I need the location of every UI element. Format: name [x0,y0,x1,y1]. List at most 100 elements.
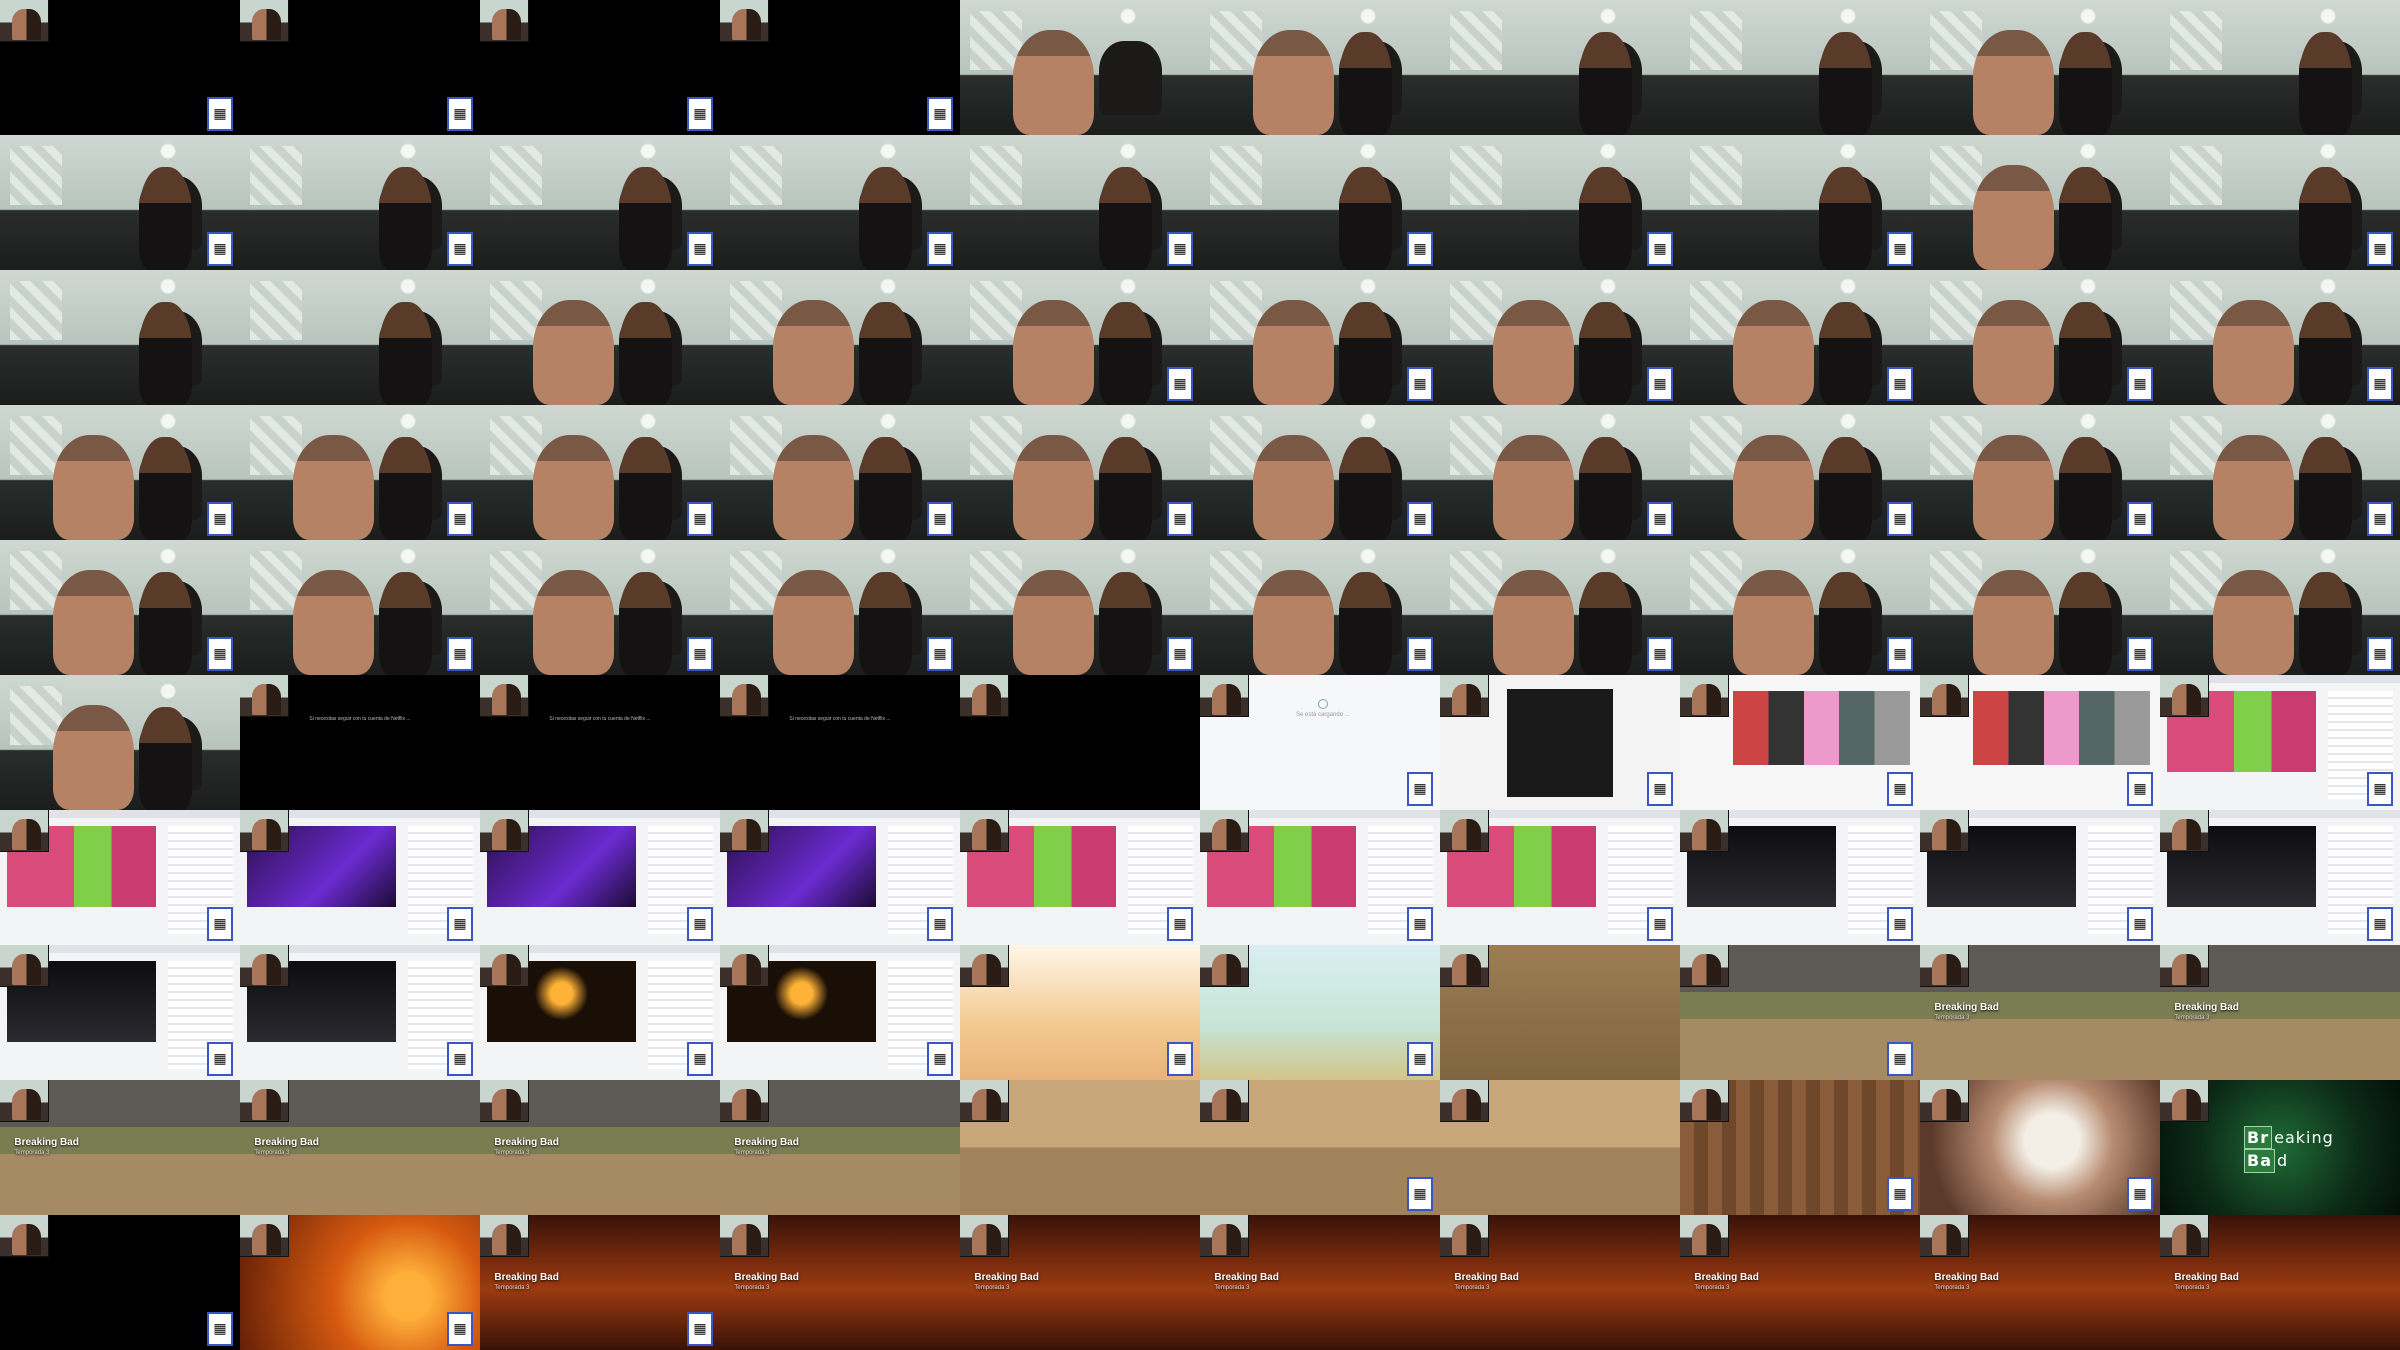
thumbnail-tile[interactable]: ▦ [1680,675,1920,810]
thumbnail-tile[interactable] [0,270,240,405]
thumbnail-tile[interactable]: Breaking Bad Temporada 3 [0,1080,240,1215]
thumbnail-tile[interactable]: Breaking Bad Temporada 3 ▦ [480,1215,720,1350]
thumbnail-tile[interactable]: ▦ [1440,135,1680,270]
thumbnail-tile[interactable]: ▦ [720,135,960,270]
thumbnail-tile[interactable]: ▦ [960,270,1200,405]
thumbnail-tile[interactable]: ▦ [480,945,720,1080]
thumbnail-tile[interactable] [1920,135,2160,270]
thumbnail-tile[interactable]: ▦ [2160,135,2400,270]
thumbnail-tile[interactable]: ▦ [1680,810,1920,945]
thumbnail-tile[interactable]: Breaking Bad Temporada 3 [1920,945,2160,1080]
thumbnail-tile[interactable]: ▦ [1680,405,1920,540]
thumbnail-tile[interactable]: ▦ [1200,405,1440,540]
thumbnail-tile[interactable]: ▦ [1680,1080,1920,1215]
thumbnail-tile[interactable]: ▦ [1200,945,1440,1080]
thumbnail-tile[interactable]: ▦ [1920,270,2160,405]
thumbnail-tile[interactable]: ▦ [240,945,480,1080]
thumbnail-tile[interactable]: Breaking Bad Temporada 3 [1680,1215,1920,1350]
thumbnail-tile[interactable]: ▦ [240,810,480,945]
thumbnail-tile[interactable]: ▦ [960,945,1200,1080]
thumbnail-tile[interactable] [1440,0,1680,135]
thumbnail-tile[interactable]: ▦ [0,540,240,675]
thumbnail-tile[interactable]: ▦ [1680,135,1920,270]
thumbnail-tile[interactable]: ▦ [1680,945,1920,1080]
thumbnail-tile[interactable]: ▦ [240,540,480,675]
thumbnail-tile[interactable]: Br eaking Ba d [2160,1080,2400,1215]
thumbnail-tile[interactable]: ▦ [1920,1080,2160,1215]
thumbnail-tile[interactable] [1200,0,1440,135]
thumbnail-tile[interactable]: Si necesitas seguir con tu cuenta de Net… [240,675,480,810]
thumbnail-tile[interactable]: ▦ [1680,270,1920,405]
thumbnail-tile[interactable]: Breaking Bad Temporada 3 [480,1080,720,1215]
thumbnail-tile[interactable]: ▦ [1440,540,1680,675]
thumbnail-tile[interactable]: ▦ [1920,810,2160,945]
thumbnail-tile[interactable]: Se está cargando ... ▦ [1200,675,1440,810]
thumbnail-tile[interactable] [1440,1080,1680,1215]
thumbnail-tile[interactable]: ▦ [480,405,720,540]
thumbnail-tile[interactable] [1920,0,2160,135]
thumbnail-tile[interactable]: ▦ [240,135,480,270]
thumbnail-tile[interactable]: Breaking Bad Temporada 3 [2160,945,2400,1080]
thumbnail-tile[interactable]: ▦ [0,135,240,270]
thumbnail-tile[interactable]: ▦ [2160,405,2400,540]
thumbnail-tile[interactable]: Si necesitas seguir con tu cuenta de Net… [720,675,960,810]
thumbnail-tile[interactable]: Breaking Bad Temporada 3 [1440,1215,1680,1350]
thumbnail-tile[interactable]: ▦ [0,405,240,540]
thumbnail-tile[interactable]: Breaking Bad Temporada 3 [1200,1215,1440,1350]
thumbnail-tile[interactable]: ▦ [1440,675,1680,810]
thumbnail-tile[interactable]: ▦ [1440,810,1680,945]
thumbnail-tile[interactable] [0,675,240,810]
thumbnail-tile[interactable] [1680,0,1920,135]
thumbnail-tile[interactable]: ▦ [1920,540,2160,675]
thumbnail-tile[interactable]: ▦ [1200,810,1440,945]
thumbnail-tile[interactable]: ▦ [1440,270,1680,405]
thumbnail-tile[interactable]: ▦ [480,135,720,270]
thumbnail-tile[interactable] [960,0,1200,135]
thumbnail-tile[interactable]: Breaking Bad Temporada 3 [240,1080,480,1215]
thumbnail-tile[interactable]: Breaking Bad Temporada 3 [960,1215,1200,1350]
thumbnail-tile[interactable]: ▦ [2160,675,2400,810]
thumbnail-tile[interactable] [720,270,960,405]
thumbnail-tile[interactable]: ▦ [1440,405,1680,540]
thumbnail-tile[interactable]: ▦ [2160,810,2400,945]
thumbnail-tile[interactable]: Breaking Bad Temporada 3 [720,1215,960,1350]
thumbnail-tile[interactable] [480,270,720,405]
thumbnail-tile[interactable] [960,675,1200,810]
thumbnail-tile[interactable]: ▦ [0,810,240,945]
thumbnail-tile[interactable] [1440,945,1680,1080]
thumbnail-tile[interactable]: Si necesitas seguir con tu cuenta de Net… [480,675,720,810]
thumbnail-tile[interactable]: ▦ [240,405,480,540]
thumbnail-tile[interactable]: ▦ [1920,675,2160,810]
thumbnail-tile[interactable]: ▦ [0,1215,240,1350]
thumbnail-tile[interactable]: ▦ [1200,270,1440,405]
thumbnail-tile[interactable]: ▦ [2160,540,2400,675]
thumbnail-tile[interactable]: ▦ [0,0,240,135]
thumbnail-tile[interactable]: ▦ [720,540,960,675]
thumbnail-tile[interactable]: ▦ [2160,270,2400,405]
thumbnail-tile[interactable] [960,1080,1200,1215]
thumbnail-tile[interactable]: ▦ [720,945,960,1080]
thumbnail-tile[interactable]: Breaking Bad Temporada 3 [1920,1215,2160,1350]
thumbnail-tile[interactable]: Breaking Bad Temporada 3 [720,1080,960,1215]
thumbnail-tile[interactable]: ▦ [480,810,720,945]
thumbnail-tile[interactable]: ▦ [1920,405,2160,540]
thumbnail-tile[interactable]: ▦ [480,0,720,135]
thumbnail-tile[interactable]: ▦ [1200,1080,1440,1215]
thumbnail-tile[interactable]: ▦ [240,0,480,135]
thumbnail-tile[interactable]: ▦ [1200,540,1440,675]
thumbnail-tile[interactable]: ▦ [720,0,960,135]
thumbnail-tile[interactable]: ▦ [720,810,960,945]
thumbnail-tile[interactable]: ▦ [1200,135,1440,270]
thumbnail-tile[interactable]: ▦ [960,405,1200,540]
thumbnail-tile[interactable]: ▦ [960,540,1200,675]
thumbnail-tile[interactable]: ▦ [480,540,720,675]
thumbnail-tile[interactable]: Breaking Bad Temporada 3 [2160,1215,2400,1350]
thumbnail-tile[interactable]: ▦ [240,1215,480,1350]
thumbnail-tile[interactable]: ▦ [960,810,1200,945]
thumbnail-tile[interactable]: ▦ [720,405,960,540]
thumbnail-tile[interactable] [2160,0,2400,135]
thumbnail-tile[interactable]: ▦ [960,135,1200,270]
thumbnail-tile[interactable]: ▦ [1680,540,1920,675]
thumbnail-tile[interactable] [240,270,480,405]
thumbnail-tile[interactable]: ▦ [0,945,240,1080]
